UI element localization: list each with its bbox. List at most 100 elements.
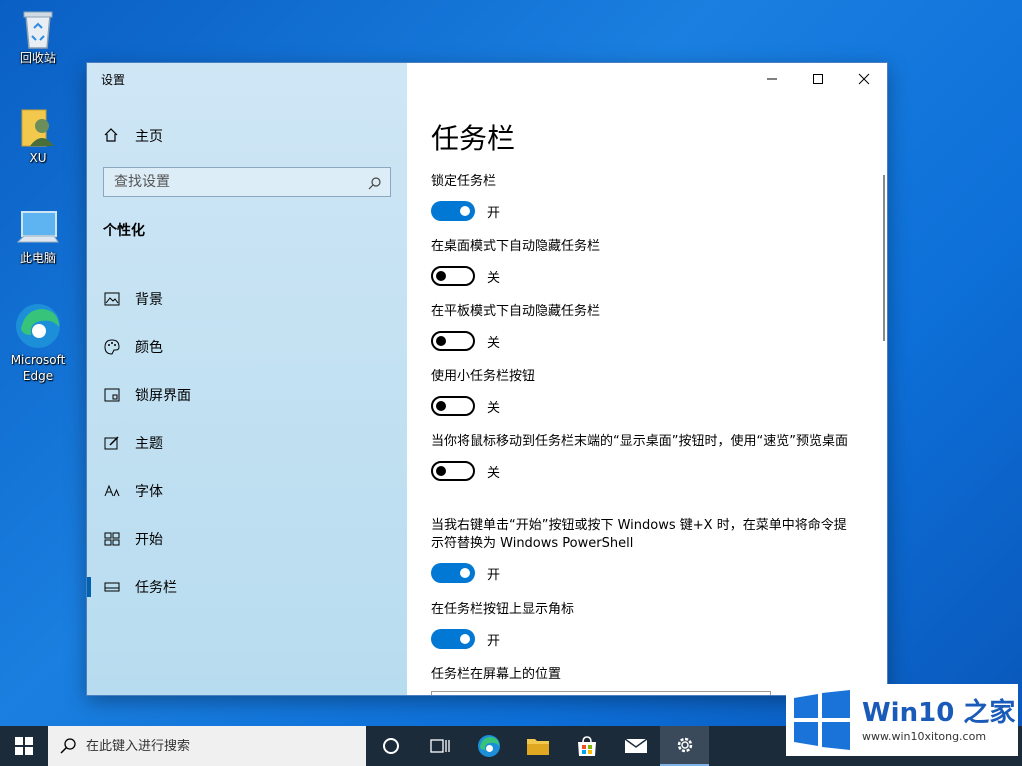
task-view-icon — [429, 739, 450, 753]
maximize-icon — [813, 74, 823, 84]
sidebar-item-label: 主题 — [135, 436, 163, 452]
small-buttons-toggle[interactable] — [431, 396, 475, 416]
sidebar-item-label: 开始 — [135, 532, 163, 548]
badges-toggle[interactable] — [431, 629, 475, 649]
store-icon — [577, 736, 596, 756]
setting-label: 在平板模式下自动隐藏任务栏 — [431, 304, 601, 319]
setting-autohide-desktop: 在桌面模式下自动隐藏任务栏 关 — [431, 238, 851, 286]
desktop-icon-recycle-bin[interactable]: 回收站 — [4, 6, 72, 66]
setting-autohide-tablet: 在平板模式下自动隐藏任务栏 关 — [431, 303, 851, 351]
close-icon — [858, 73, 870, 85]
sidebar-item-label: 锁屏界面 — [135, 388, 191, 404]
sidebar-item-background[interactable]: 背景 — [87, 275, 407, 323]
setting-powershell: 当我右键单击“开始”按钮或按下 Windows 键+X 时，在菜单中将命令提示符… — [431, 517, 851, 583]
task-view-button[interactable] — [415, 726, 464, 766]
toggle-state: 关 — [487, 400, 501, 416]
window-controls — [749, 63, 887, 95]
cortana-icon — [382, 738, 399, 754]
taskbar-search-box[interactable] — [48, 726, 366, 766]
setting-peek: 当你将鼠标移动到任务栏末端的“显示桌面”按钮时，使用“速览”预览桌面 关 — [431, 433, 851, 481]
lockscreen-icon — [103, 386, 121, 404]
desktop-icon-edge[interactable]: Microsoft Edge — [4, 300, 72, 384]
sidebar-nav: 背景 颜色 锁屏界面 主题 字体 开始 任务栏 — [87, 275, 407, 611]
desktop-icon-label: 此电脑 — [19, 251, 56, 265]
palette-icon — [103, 338, 121, 356]
desktop-icon-user-folder[interactable]: XU — [4, 106, 72, 166]
setting-position: 任务栏在屏幕上的位置 — [431, 666, 851, 684]
minimize-icon — [767, 78, 777, 80]
toggle-state: 关 — [487, 465, 501, 481]
home-label: 主页 — [135, 129, 163, 145]
sidebar-item-taskbar[interactable]: 任务栏 — [87, 563, 407, 611]
peek-toggle[interactable] — [431, 461, 475, 481]
edge-icon — [477, 735, 500, 757]
user-folder-icon — [16, 106, 60, 150]
setting-label: 当我右键单击“开始”按钮或按下 Windows 键+X 时，在菜单中将命令提示符… — [431, 518, 847, 551]
setting-label: 使用小任务栏按钮 — [431, 369, 536, 384]
settings-sidebar: 设置 主页 个性化 背景 — [87, 63, 407, 695]
taskbar-mail-button[interactable] — [611, 726, 660, 766]
desktop-icon-label: Microsoft Edge — [10, 353, 66, 383]
toggle-state: 开 — [487, 633, 501, 649]
maximize-button[interactable] — [795, 63, 841, 95]
powershell-toggle[interactable] — [431, 563, 475, 583]
toggle-state: 开 — [487, 205, 501, 221]
mail-icon — [624, 738, 647, 753]
watermark-url: www.win10xitong.com — [862, 729, 987, 743]
font-icon — [103, 482, 121, 500]
close-button[interactable] — [841, 63, 887, 95]
sidebar-item-label: 背景 — [135, 292, 163, 308]
autohide-desktop-toggle[interactable] — [431, 266, 475, 286]
windows-logo-icon — [794, 690, 850, 750]
sidebar-item-fonts[interactable]: 字体 — [87, 467, 407, 515]
sidebar-item-label: 颜色 — [135, 340, 163, 356]
minimize-button[interactable] — [749, 63, 795, 95]
taskbar-settings-button[interactable] — [660, 726, 709, 766]
setting-label: 当你将鼠标移动到任务栏末端的“显示桌面”按钮时，使用“速览”预览桌面 — [431, 434, 848, 449]
setting-lock-taskbar: 锁定任务栏 开 — [431, 173, 851, 221]
settings-content: 任务栏 锁定任务栏 开 在桌面模式下自动隐藏任务栏 关 在平板模式下自动隐藏任务… — [407, 63, 887, 695]
home-icon — [103, 127, 121, 145]
picture-icon — [103, 290, 121, 308]
desktop-icon-this-pc[interactable]: 此电脑 — [4, 206, 72, 266]
settings-search-input[interactable] — [114, 174, 354, 190]
sidebar-item-start[interactable]: 开始 — [87, 515, 407, 563]
toggle-state: 开 — [487, 567, 501, 583]
start-icon — [103, 530, 121, 548]
autohide-tablet-toggle[interactable] — [431, 331, 475, 351]
taskbar-edge-button[interactable] — [464, 726, 513, 766]
sidebar-item-themes[interactable]: 主题 — [87, 419, 407, 467]
search-icon — [368, 175, 382, 190]
watermark: Win10 之家 www.win10xitong.com — [786, 684, 1018, 756]
desktop-icon-label: 回收站 — [19, 51, 56, 65]
watermark-brand: Win10 之家 — [862, 697, 1016, 728]
settings-window: 设置 主页 个性化 背景 — [87, 63, 887, 695]
recycle-bin-icon — [16, 6, 60, 50]
sidebar-item-lockscreen[interactable]: 锁屏界面 — [87, 371, 407, 419]
taskbar-icon — [103, 578, 121, 596]
toggle-state: 关 — [487, 335, 501, 351]
computer-icon — [16, 206, 60, 250]
theme-icon — [103, 434, 121, 452]
settings-search-box[interactable] — [103, 167, 391, 197]
setting-label: 在任务栏按钮上显示角标 — [431, 602, 575, 617]
search-icon — [60, 738, 76, 754]
home-nav-item[interactable]: 主页 — [103, 125, 163, 147]
taskbar-search-input[interactable] — [86, 738, 346, 754]
sidebar-item-colors[interactable]: 颜色 — [87, 323, 407, 371]
desktop-icon-label: XU — [29, 151, 47, 165]
start-button[interactable] — [0, 726, 48, 766]
section-title: 个性化 — [103, 223, 145, 239]
gear-icon — [677, 737, 692, 753]
cortana-button[interactable] — [366, 726, 415, 766]
taskbar-store-button[interactable] — [562, 726, 611, 766]
lock-taskbar-toggle[interactable] — [431, 201, 475, 221]
position-dropdown[interactable] — [431, 691, 771, 695]
toggle-state: 关 — [487, 270, 501, 286]
content-scrollbar[interactable] — [883, 175, 885, 341]
setting-label: 在桌面模式下自动隐藏任务栏 — [431, 239, 601, 254]
app-title: 设置 — [101, 73, 126, 87]
setting-label: 锁定任务栏 — [431, 174, 497, 189]
taskbar-explorer-button[interactable] — [513, 726, 562, 766]
sidebar-item-label: 任务栏 — [135, 580, 177, 596]
